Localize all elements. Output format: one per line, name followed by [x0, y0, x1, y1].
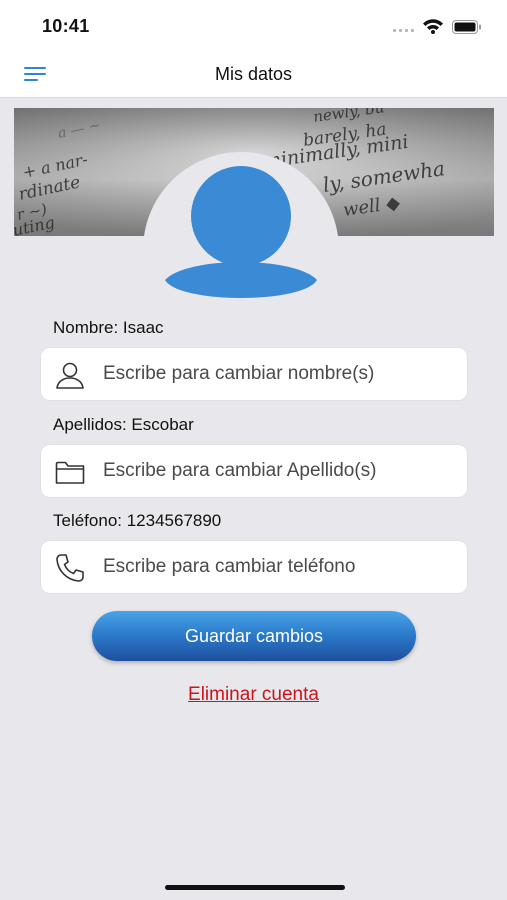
nombre-input[interactable] — [103, 356, 453, 392]
person-icon — [56, 362, 84, 389]
navigation-bar: Mis datos — [0, 50, 507, 98]
wifi-icon — [423, 19, 443, 34]
nombre-label: Nombre: Isaac — [53, 318, 164, 337]
user-avatar-icon — [165, 166, 317, 298]
battery-icon — [452, 20, 481, 34]
apellidos-field[interactable] — [40, 444, 468, 498]
phone-icon — [56, 554, 84, 582]
apellidos-label: Apellidos: Escobar — [53, 415, 194, 434]
status-bar: 10:41 — [0, 0, 507, 50]
page-title: Mis datos — [214, 64, 293, 84]
delete-account-link[interactable]: Eliminar cuenta — [0, 684, 507, 706]
save-changes-button[interactable]: Guardar cambios — [92, 611, 416, 661]
telefono-label: Teléfono: 1234567890 — [53, 511, 222, 530]
profile-avatar[interactable] — [143, 152, 339, 348]
cellular-signal-icon — [393, 29, 415, 33]
nombre-field[interactable] — [40, 347, 468, 401]
apellidos-input[interactable] — [103, 453, 453, 489]
telefono-input[interactable] — [103, 549, 453, 585]
home-indicator[interactable] — [165, 885, 345, 890]
telefono-field[interactable] — [40, 540, 468, 594]
folder-icon — [55, 461, 85, 484]
status-time: 10:41 — [42, 16, 90, 36]
